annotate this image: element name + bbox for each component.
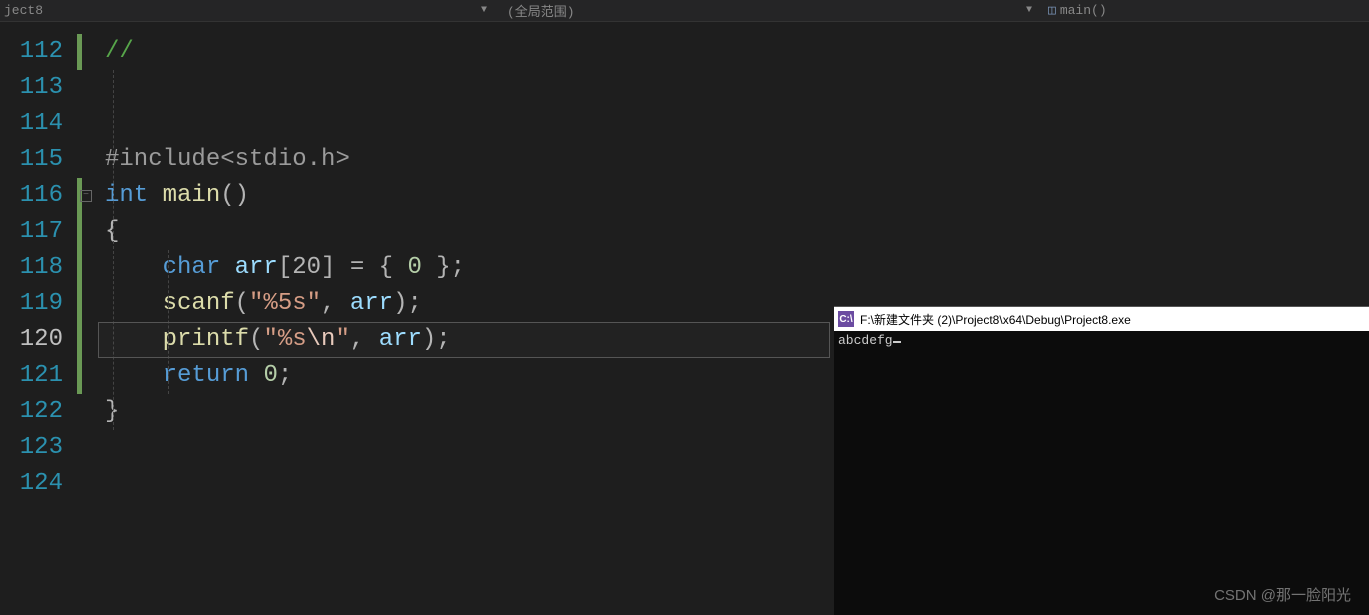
console-window[interactable]: C:\ F:\新建文件夹 (2)\Project8\x64\Debug\Proj… xyxy=(834,306,1369,615)
tab-bar[interactable]: ject8 ▼ xyxy=(0,3,495,18)
line-number: 118 xyxy=(0,250,75,286)
chevron-down-icon[interactable]: ▼ xyxy=(1026,5,1032,16)
code-line[interactable]: char arr[20] = { 0 }; xyxy=(105,250,465,286)
console-output[interactable]: abcdefg xyxy=(834,331,1369,350)
line-number: 117 xyxy=(0,214,75,250)
code-line[interactable] xyxy=(105,466,465,502)
code-line[interactable] xyxy=(105,70,465,106)
line-number: 123 xyxy=(0,430,75,466)
cursor-icon xyxy=(893,341,901,343)
fold-icon[interactable]: − xyxy=(80,190,92,202)
code-area[interactable]: // #include<stdio.h> int main() { char a… xyxy=(75,22,465,615)
line-number: 113 xyxy=(0,70,75,106)
code-line[interactable]: scanf("%5s", arr); xyxy=(105,286,465,322)
console-line: abcdefg xyxy=(838,333,893,348)
scope-selector[interactable]: (全局范围) ▼ xyxy=(495,1,1040,20)
code-line[interactable]: { xyxy=(105,214,465,250)
tab-active[interactable]: ject8 xyxy=(4,3,43,18)
console-titlebar[interactable]: C:\ F:\新建文件夹 (2)\Project8\x64\Debug\Proj… xyxy=(834,307,1369,331)
top-toolbar: ject8 ▼ (全局范围) ▼ ◫ main() xyxy=(0,0,1369,22)
code-line[interactable]: return 0; xyxy=(105,358,465,394)
symbol-label: main() xyxy=(1060,3,1107,18)
line-number: 116 xyxy=(0,178,75,214)
line-number-current: 120 xyxy=(0,322,75,358)
line-number: 114 xyxy=(0,106,75,142)
watermark: CSDN @那一脸阳光 xyxy=(1214,584,1351,605)
line-gutter: 112 113 114 115 116 117 118 119 120 121 … xyxy=(0,22,75,615)
chevron-down-icon[interactable]: ▼ xyxy=(481,5,487,16)
line-number: 122 xyxy=(0,394,75,430)
code-line[interactable]: // xyxy=(105,34,465,70)
line-number: 112 xyxy=(0,34,75,70)
line-number: 119 xyxy=(0,286,75,322)
line-number: 115 xyxy=(0,142,75,178)
console-title-text: F:\新建文件夹 (2)\Project8\x64\Debug\Project8… xyxy=(860,311,1131,328)
code-line[interactable] xyxy=(105,106,465,142)
comment-text: // xyxy=(105,38,134,65)
line-number: 124 xyxy=(0,466,75,502)
code-line[interactable]: int main() xyxy=(105,178,465,214)
change-bar xyxy=(77,34,82,70)
symbol-selector[interactable]: ◫ main() xyxy=(1040,3,1369,18)
current-line-highlight xyxy=(98,322,830,358)
indent-guide xyxy=(113,70,114,430)
code-line[interactable]: #include<stdio.h> xyxy=(105,142,465,178)
cube-icon: ◫ xyxy=(1048,3,1056,18)
console-icon: C:\ xyxy=(838,311,854,327)
code-line[interactable]: } xyxy=(105,394,465,430)
code-line[interactable] xyxy=(105,430,465,466)
line-number: 121 xyxy=(0,358,75,394)
change-bar xyxy=(77,178,82,394)
scope-label: (全局范围) xyxy=(507,1,575,20)
